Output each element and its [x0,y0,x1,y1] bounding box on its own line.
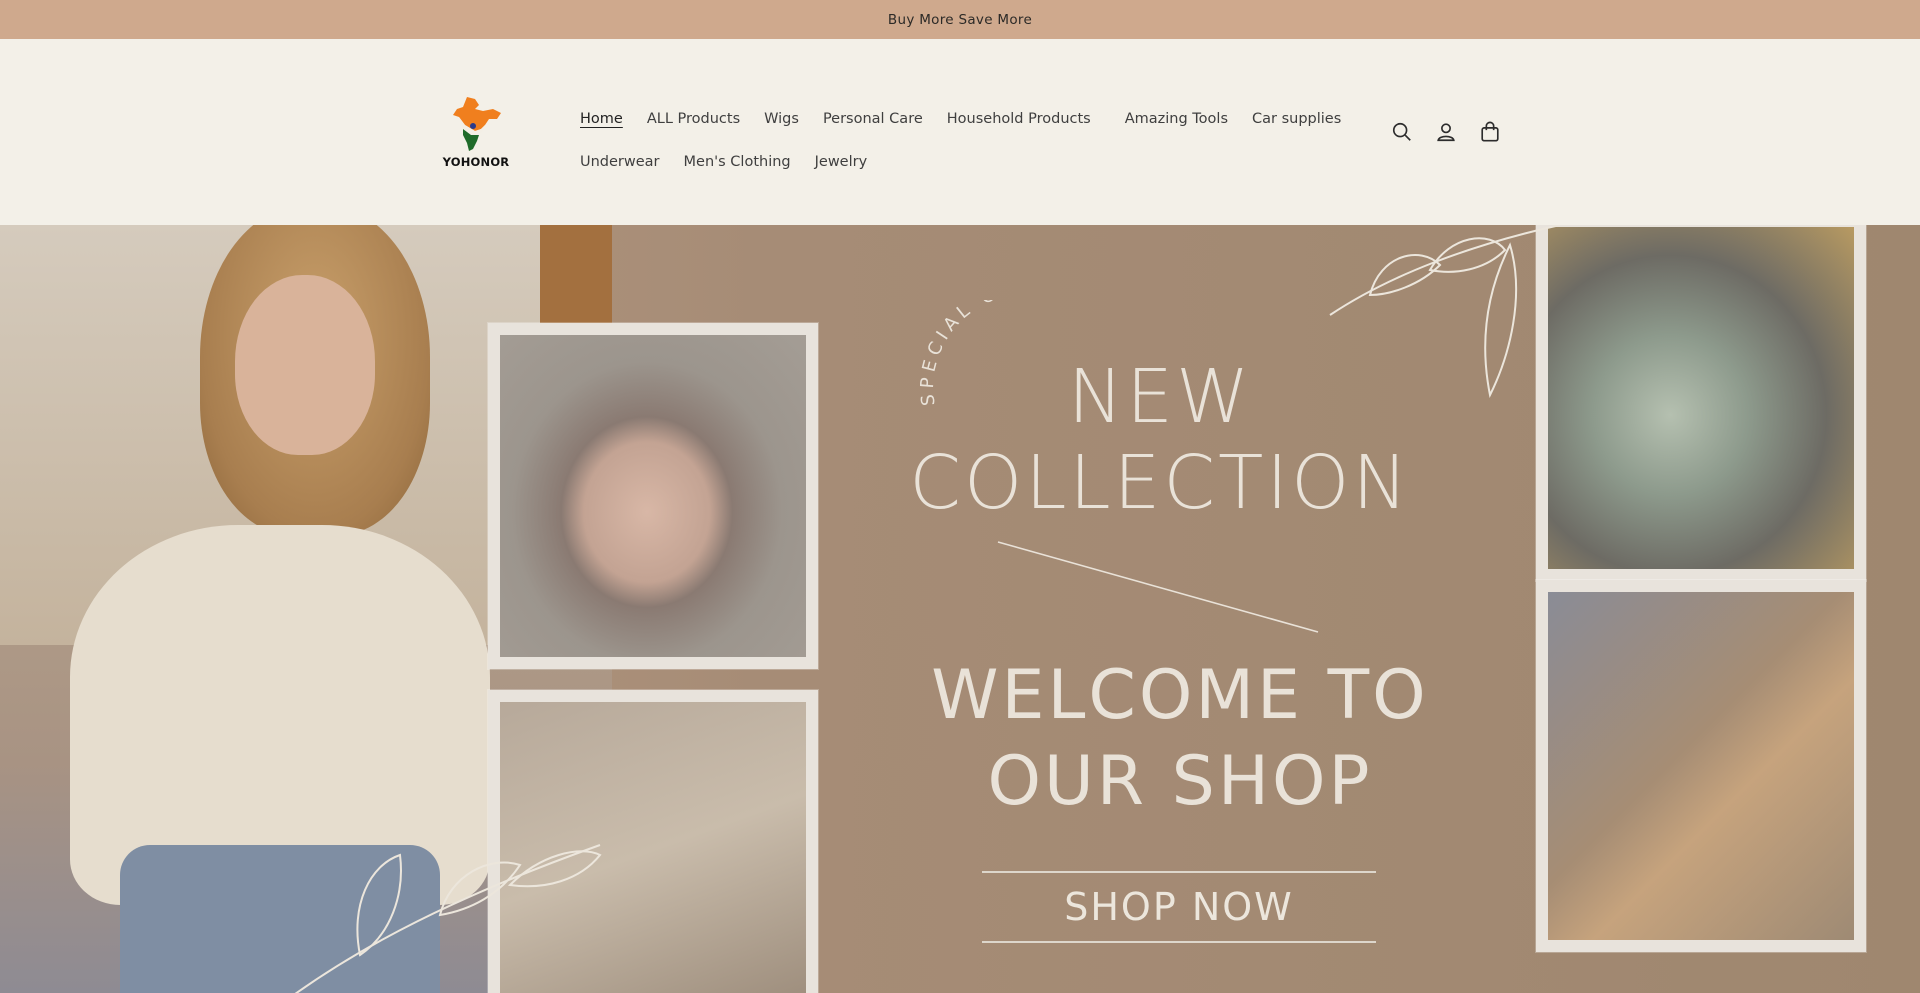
nav-item-personal-care[interactable]: Personal Care [811,111,935,127]
logo-map-icon [453,97,501,151]
nav-item-all-products[interactable]: ALL Products [635,111,752,127]
nav-item-amazing-tools[interactable]: Amazing Tools [1113,111,1240,127]
logo[interactable]: YOHONOR [440,95,512,171]
skincare-photo [1548,227,1854,569]
nav-row-1: Home ALL Products Wigs Personal Care Hou… [568,97,1341,140]
site-header: YOHONOR Home ALL Products Wigs Personal … [0,39,1920,225]
photo-frame-skincare [1536,225,1866,581]
nav-item-wigs[interactable]: Wigs [752,111,811,127]
shop-now-button[interactable]: SHOP NOW [982,871,1376,943]
leaf-decoration-bottom [294,844,602,993]
photo-frame-portrait [488,323,818,669]
cart-icon[interactable] [1476,118,1504,146]
account-icon[interactable] [1432,118,1460,146]
announcement-text: Buy More Save More [887,11,1033,28]
hero-welcome-line1: WELCOME TO [931,656,1429,735]
nav-item-mens-clothing[interactable]: Men's Clothing [672,154,803,170]
shopping-bag-photo [1548,592,1854,940]
nav-item-home[interactable]: Home [568,111,635,127]
logo-text: YOHONOR [442,155,510,169]
search-icon[interactable] [1388,118,1416,146]
hero-title-line2: COLLECTION [909,440,1411,526]
header-icons [1388,118,1504,146]
announcement-bar: Buy More Save More [0,0,1920,39]
nav-item-underwear[interactable]: Underwear [568,154,672,170]
photo-frame-shopping [1536,580,1866,952]
portrait-photo [500,335,806,657]
main-navigation: Home ALL Products Wigs Personal Care Hou… [568,97,1341,183]
hero-title-line1: NEW [1067,354,1253,440]
nav-item-jewelry[interactable]: Jewelry [803,154,880,170]
nav-row-2: Underwear Men's Clothing Jewelry [568,140,1328,183]
hero-banner[interactable]: SPECIAL OFFER NEW COLLECTION WELCOME TO … [0,225,1920,993]
nav-item-household-products[interactable]: Household Products [935,111,1103,127]
hero-model-face [235,275,375,455]
hero-divider-line [997,541,1319,633]
hero-welcome-line2: OUR SHOP [987,742,1373,821]
nav-item-car-supplies[interactable]: Car supplies [1240,111,1353,127]
